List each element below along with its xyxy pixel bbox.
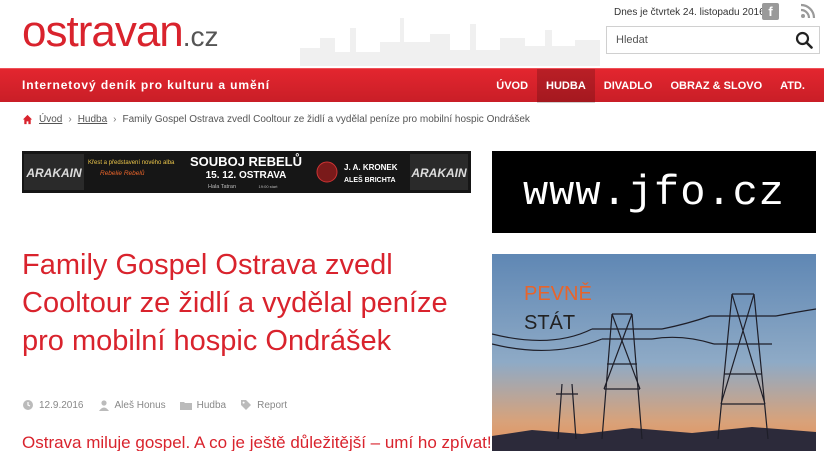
- clock-icon: [23, 400, 33, 410]
- meta-author: Aleš Honus: [98, 399, 166, 411]
- energy-ad[interactable]: PEVNĚ STÁT: [492, 254, 816, 451]
- breadcrumb-section-link[interactable]: Hudba: [78, 114, 107, 125]
- banner-logo-left: ARAKAIN: [25, 166, 82, 180]
- search-input[interactable]: [607, 27, 787, 53]
- search-box: [606, 26, 820, 54]
- site-header: ostravan.cz Dnes je čtvrtek 24. listopad…: [0, 0, 824, 68]
- meta-date-text: 12.9.2016: [39, 399, 84, 411]
- logo-tld: .cz: [182, 21, 219, 52]
- banner-headline: SOUBOJ REBELŮ: [190, 153, 302, 169]
- search-icon[interactable]: [795, 31, 813, 49]
- nav-item-atd[interactable]: ATD.: [771, 69, 814, 103]
- logo-main: ostravan: [22, 7, 184, 56]
- article-title: Family Gospel Ostrava zvedl Cooltour ze …: [22, 249, 448, 357]
- meta-category-text[interactable]: Hudba: [197, 400, 226, 411]
- breadcrumb-current: Family Gospel Ostrava zvedl Cooltour ze …: [122, 114, 530, 125]
- nav-item-obraz-slovo[interactable]: OBRAZ & SLOVO: [661, 69, 771, 103]
- meta-date: 12.9.2016: [22, 399, 84, 411]
- banner-logo-right: ARAKAIN: [410, 166, 467, 180]
- concert-banner-graphic: ARAKAIN ARAKAIN Křest a představení nové…: [22, 151, 471, 193]
- banner-line1: Křest a představení nového alba: [88, 160, 175, 166]
- site-tagline: Internetový deník pro kulturu a umění: [22, 78, 270, 92]
- main-menu: ÚVOD HUDBA DIVADLO OBRAZ & SLOVO ATD.: [487, 69, 814, 103]
- article-meta: 12.9.2016 Aleš Honus Hudba Report: [22, 399, 301, 411]
- banner-start: 19:00 start: [259, 184, 279, 189]
- breadcrumb-separator-icon: ›: [113, 114, 117, 125]
- tag-icon: [241, 400, 252, 410]
- ad-headline-2: STÁT: [524, 311, 575, 334]
- home-icon: [22, 114, 33, 125]
- banner-guest2: ALEŠ BRICHTA: [344, 175, 396, 184]
- facebook-icon[interactable]: f: [762, 3, 779, 20]
- nav-item-uvod[interactable]: ÚVOD: [487, 69, 537, 103]
- meta-type: Report: [240, 399, 287, 411]
- nav-item-hudba[interactable]: HUDBA: [537, 69, 595, 103]
- breadcrumb: Úvod › Hudba › Family Gospel Ostrava zve…: [22, 114, 530, 125]
- banner-date: 15. 12. OSTRAVA: [206, 170, 287, 181]
- user-icon: [98, 400, 109, 411]
- site-logo[interactable]: ostravan.cz: [22, 6, 219, 63]
- breadcrumb-home-link[interactable]: Úvod: [39, 114, 62, 125]
- nav-item-divadlo[interactable]: DIVADLO: [595, 69, 662, 103]
- article-lead: Ostrava miluje gospel. A co je ještě důl…: [22, 433, 492, 451]
- meta-type-text[interactable]: Report: [257, 400, 287, 411]
- breadcrumb-separator-icon: ›: [68, 114, 72, 125]
- meta-category: Hudba: [179, 399, 226, 411]
- power-lines-image: PEVNĚ STÁT: [492, 254, 816, 451]
- folder-icon: [179, 402, 192, 410]
- city-skyline-graphic: [300, 18, 600, 66]
- banner-venue: Hala Tatran: [208, 184, 236, 190]
- rss-icon[interactable]: [800, 3, 816, 19]
- ad-headline-1: PEVNĚ: [524, 282, 592, 305]
- meta-author-text[interactable]: Aleš Honus: [115, 400, 166, 411]
- banner-guest1: J. A. KRONEK: [344, 163, 398, 172]
- main-nav-bar: Internetový deník pro kulturu a umění ÚV…: [0, 68, 824, 103]
- banner-line2: Rebelie Rebelů: [100, 169, 145, 177]
- concert-banner-ad[interactable]: ARAKAIN ARAKAIN Křest a představení nové…: [22, 151, 471, 193]
- jfo-banner-ad[interactable]: www.jfo.cz: [492, 151, 816, 233]
- current-date: Dnes je čtvrtek 24. listopadu 2016: [614, 7, 765, 18]
